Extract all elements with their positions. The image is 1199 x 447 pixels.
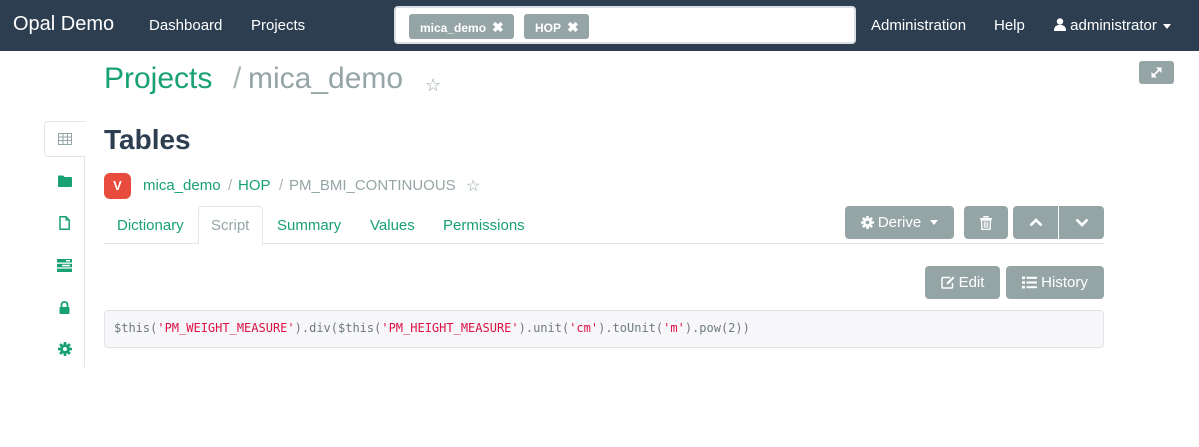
search-tag-mica-demo: mica_demo ✖ [409, 14, 514, 39]
move-up-button[interactable] [1013, 206, 1058, 239]
lock-icon [59, 300, 70, 314]
caret-down-icon [930, 220, 939, 225]
code-token: ).pow(2)) [684, 321, 750, 335]
tab-values[interactable]: Values [370, 217, 415, 234]
edit-icon [940, 276, 955, 289]
search-tag-label: HOP [535, 21, 562, 35]
sidebar-item-permissions[interactable] [44, 289, 85, 325]
tab-script-label: Script [211, 217, 250, 234]
expand-icon [1151, 67, 1162, 78]
tab-script[interactable]: Script [198, 206, 263, 245]
tab-permissions[interactable]: Permissions [443, 217, 525, 234]
search-tag-input[interactable]: mica_demo ✖ HOP ✖ [394, 6, 856, 44]
gear-icon [57, 342, 72, 356]
user-icon [1054, 18, 1066, 31]
trash-icon [980, 215, 992, 230]
edit-label: Edit [958, 274, 985, 291]
remove-tag-icon[interactable]: ✖ [492, 19, 504, 35]
history-label: History [1041, 274, 1088, 291]
star-icon[interactable]: ☆ [466, 176, 480, 196]
code-string: 'PM_WEIGHT_MEASURE' [157, 321, 295, 335]
list-icon [1022, 276, 1038, 289]
top-navbar: Opal Demo Dashboard Projects mica_demo ✖ … [0, 0, 1199, 51]
nav-projects[interactable]: Projects [251, 17, 305, 34]
user-menu[interactable]: administrator [1054, 17, 1171, 34]
tab-dictionary[interactable]: Dictionary [117, 217, 184, 234]
breadcrumb-projects-link[interactable]: Projects [104, 62, 212, 96]
sidebar-item-reports[interactable] [44, 205, 85, 241]
code-token: ).toUnit( [598, 321, 664, 335]
page-title: Tables [104, 124, 191, 155]
tab-summary[interactable]: Summary [277, 217, 341, 234]
caret-down-icon [1162, 23, 1171, 29]
sidebar-item-tasks[interactable] [44, 247, 85, 283]
star-icon[interactable]: ☆ [425, 75, 441, 96]
brand-link[interactable]: Opal Demo [13, 13, 114, 36]
derive-label: Derive [877, 214, 922, 231]
fullscreen-button[interactable] [1139, 61, 1174, 84]
script-code-block: $this('PM_WEIGHT_MEASURE').div($this('PM… [104, 310, 1104, 348]
search-tag-hop: HOP ✖ [524, 14, 589, 39]
nav-administration[interactable]: Administration [871, 17, 966, 34]
file-icon [59, 216, 70, 230]
table-path-separator: / [279, 177, 284, 194]
table-path-project-link[interactable]: mica_demo [143, 177, 221, 194]
chevron-down-icon [1075, 218, 1088, 227]
code-string: 'm' [663, 321, 685, 335]
delete-button[interactable] [964, 206, 1008, 239]
move-down-button[interactable] [1059, 206, 1104, 239]
user-name: administrator [1070, 17, 1157, 34]
search-tag-label: mica_demo [420, 21, 487, 35]
sidebar-item-files[interactable] [44, 163, 85, 199]
gear-icon [860, 216, 874, 229]
table-icon [58, 133, 72, 145]
nav-help[interactable]: Help [994, 17, 1025, 34]
code-string: 'cm' [569, 321, 599, 335]
table-path-table-link[interactable]: HOP [238, 177, 271, 194]
code-token: ).div($this( [294, 321, 382, 335]
script-code: $this('PM_WEIGHT_MEASURE').div($this('PM… [114, 321, 750, 335]
derive-button[interactable]: Derive [845, 206, 954, 239]
project-sidebar [44, 121, 86, 367]
remove-tag-icon[interactable]: ✖ [567, 19, 579, 35]
chevron-up-icon [1029, 218, 1042, 227]
history-button[interactable]: History [1006, 266, 1104, 299]
variable-type-badge: V [104, 173, 131, 199]
nav-dashboard[interactable]: Dashboard [149, 17, 222, 34]
edit-button[interactable]: Edit [925, 266, 1000, 299]
folder-icon [57, 175, 72, 187]
table-path-variable-name: PM_BMI_CONTINUOUS [289, 177, 456, 194]
code-string: 'PM_HEIGHT_MEASURE' [381, 321, 519, 335]
sidebar-item-tables[interactable] [44, 121, 86, 157]
breadcrumb-current-project: mica_demo [248, 62, 404, 95]
breadcrumb-separator: / [233, 62, 242, 95]
table-path-separator: / [228, 177, 233, 194]
tasks-icon [57, 258, 72, 272]
code-token: $this( [114, 321, 158, 335]
sidebar-item-administration[interactable] [44, 331, 85, 367]
code-token: ).unit( [518, 321, 570, 335]
